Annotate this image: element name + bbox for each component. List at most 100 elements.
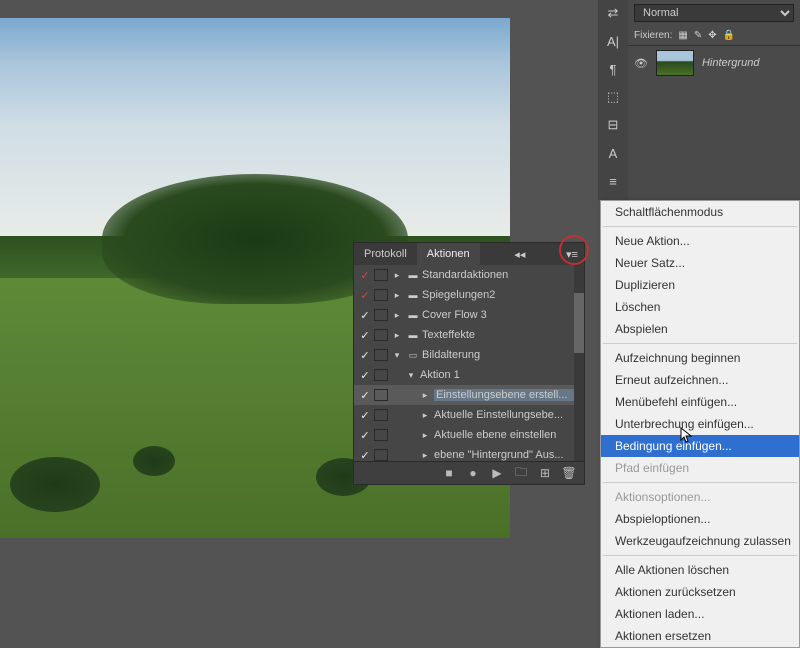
menu-item[interactable]: Aktionen ersetzen [601,625,799,647]
blend-mode-select[interactable]: Normal [634,4,794,22]
action-item[interactable]: ✓▸Aktuelle Einstellungsebe... [354,405,584,425]
dialog-toggle[interactable] [374,389,388,401]
tool-icon[interactable]: ⬚ [602,86,624,108]
checkmark-icon[interactable]: ✓ [358,349,372,362]
checkmark-icon[interactable]: ✓ [358,269,372,282]
visibility-eye-icon[interactable]: 👁 [634,57,648,70]
menu-item: Pfad einfügen [601,457,799,479]
menu-item[interactable]: Aufzeichnung beginnen [601,347,799,369]
scrollbar[interactable] [574,265,584,461]
layer-row[interactable]: 👁 Hintergrund [628,46,800,80]
tool-icon[interactable]: ≡ [602,170,624,192]
action-icon[interactable]: ▾ [404,370,418,381]
action-item[interactable]: ✓▸Einstellungsebene erstell... [354,385,584,405]
dialog-toggle[interactable] [374,269,388,281]
lock-label: Fixieren: [634,30,672,41]
action-item[interactable]: ✓ ▸▬Cover Flow 3 [354,305,584,325]
action-label: Texteffekte [422,329,584,341]
character-icon[interactable]: A [602,142,624,164]
checkmark-icon[interactable]: ✓ [358,389,372,402]
panel-menu-icon[interactable]: ▾≡ [560,243,584,265]
menu-item[interactable]: Alle Aktionen löschen [601,559,799,581]
dialog-toggle[interactable] [374,329,388,341]
checkmark-icon[interactable]: ✓ [358,289,372,302]
scroll-thumb[interactable] [574,293,584,353]
action-item[interactable]: ✓ ▸Aktuelle ebene einstellen [354,425,584,445]
action-item[interactable]: ✓▸▬Spiegelungen2 [354,285,584,305]
folder-icon: ▬ [406,270,420,280]
tool-icon[interactable]: A| [602,30,624,52]
lock-move-icon[interactable]: ✥ [708,30,716,41]
record-icon[interactable]: ● [466,466,480,480]
step-icon[interactable]: ▸ [418,390,432,401]
dialog-toggle[interactable] [374,289,388,301]
tool-icon[interactable]: ⊟ [602,114,624,136]
menu-item[interactable]: Aktionen laden... [601,603,799,625]
dialog-toggle[interactable] [374,429,388,441]
layer-name: Hintergrund [702,57,759,69]
checkmark-icon[interactable]: ✓ [358,369,372,382]
lock-all-icon[interactable]: 🔒 [723,30,735,41]
menu-item[interactable]: Erneut aufzeichnen... [601,369,799,391]
checkmark-icon[interactable]: ✓ [358,429,372,442]
trash-icon[interactable]: 🗑 [562,466,576,480]
layer-thumbnail[interactable] [656,50,694,76]
folder-icon[interactable]: ▸ [390,290,404,301]
vertical-toolbar: ⇄ A| ¶ ⬚ ⊟ A ≡ [598,0,628,200]
menu-item[interactable]: Bedingung einfügen... [601,435,799,457]
menu-item: Aktionsoptionen... [601,486,799,508]
action-label: ebene "Hintergrund" Aus... [434,449,584,461]
folder-icon[interactable]: ▸ [390,270,404,281]
dialog-toggle[interactable] [374,449,388,461]
action-item[interactable]: ✓ ▸ebene "Hintergrund" Aus... [354,445,584,461]
menu-item[interactable]: Unterbrechung einfügen... [601,413,799,435]
dialog-toggle[interactable] [374,309,388,321]
menu-item[interactable]: Löschen [601,296,799,318]
checkmark-icon[interactable]: ✓ [358,449,372,462]
step-icon[interactable]: ▸ [418,430,432,441]
action-item[interactable]: ✓▾Aktion 1 [354,365,584,385]
folder-icon[interactable]: ▸ [390,330,404,341]
folder-icon: ▬ [406,330,420,340]
dialog-toggle[interactable] [374,369,388,381]
step-icon[interactable]: ▸ [418,450,432,461]
play-icon[interactable]: ▶ [490,466,504,480]
menu-item[interactable]: Duplizieren [601,274,799,296]
new-set-icon[interactable]: 🗀 [514,466,528,480]
panel-prev-icon[interactable]: ◂◂ [508,243,531,265]
menu-item[interactable]: Werkzeugaufzeichnung zulassen [601,530,799,552]
menu-item[interactable]: Schaltflächenmodus [601,201,799,223]
dialog-toggle[interactable] [374,409,388,421]
actions-panel: Protokoll Aktionen ◂◂ ▾≡ ✓▸▬Standardakti… [353,242,585,485]
menu-item[interactable]: Menübefehl einfügen... [601,391,799,413]
tab-aktionen[interactable]: Aktionen [417,243,480,265]
action-item[interactable]: ✓ ▸▬Standardaktionen [354,265,584,285]
menu-item[interactable]: Abspieloptionen... [601,508,799,530]
action-item[interactable]: ✓▾▭Bildalterung [354,345,584,365]
menu-item[interactable]: Neue Aktion... [601,230,799,252]
actions-list: ✓▸▬Standardaktionen✓▸▬Spiegelungen2✓▸▬Co… [354,265,584,461]
dialog-toggle[interactable] [374,349,388,361]
checkmark-icon[interactable]: ✓ [358,309,372,322]
folder-icon: ▬ [406,310,420,320]
action-label: Aktuelle ebene einstellen [434,429,584,441]
new-action-icon[interactable]: ⊞ [538,466,552,480]
folder-open-icon: ▭ [406,350,420,361]
action-label: Cover Flow 3 [422,309,584,321]
bush [133,446,175,476]
checkmark-icon[interactable]: ✓ [358,409,372,422]
lock-pixels-icon[interactable]: ▦ [678,30,687,41]
tool-icon[interactable]: ⇄ [602,2,624,24]
stop-icon[interactable]: ■ [442,466,456,480]
paragraph-icon[interactable]: ¶ [602,58,624,80]
menu-item[interactable]: Neuer Satz... [601,252,799,274]
action-item[interactable]: ✓ ▸▬Texteffekte [354,325,584,345]
action-label: Standardaktionen [422,269,584,281]
step-icon[interactable]: ▸ [418,410,432,421]
menu-item[interactable]: Abspielen [601,318,799,340]
folder-icon[interactable]: ▸ [390,310,404,321]
lock-brush-icon[interactable]: ✎ [694,30,702,41]
tab-protokoll[interactable]: Protokoll [354,243,417,265]
folder-open-icon[interactable]: ▾ [390,350,404,361]
checkmark-icon[interactable]: ✓ [358,329,372,342]
